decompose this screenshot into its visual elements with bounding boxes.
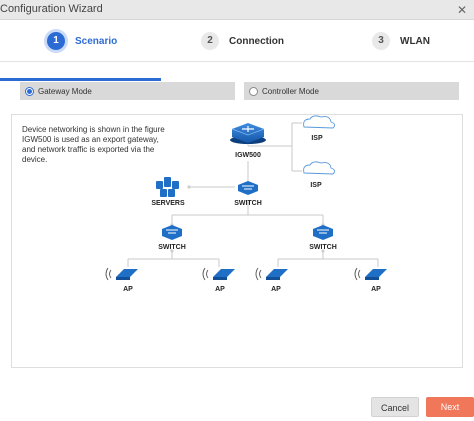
title-bar: Configuration Wizard ✕ — [0, 0, 474, 20]
right-switch-label: SWITCH — [309, 244, 337, 251]
left-switch-label: SWITCH — [158, 244, 186, 251]
step-label: WLAN — [400, 35, 430, 47]
active-step-indicator — [0, 78, 161, 81]
wizard-steps: 1 Scenario 2 Connection 3 WLAN — [0, 20, 474, 81]
step-connection[interactable]: 2 Connection — [201, 20, 284, 62]
mode-label: Controller Mode — [262, 86, 319, 96]
step-label: Connection — [229, 35, 284, 47]
core-switch-label: SWITCH — [234, 200, 262, 207]
ap-label: AP — [271, 286, 281, 293]
scenario-panel: Device networking is shown in the figure… — [11, 114, 463, 368]
servers-label: SERVERS — [151, 200, 185, 207]
cloud-icon — [303, 115, 336, 129]
radio-unchecked-icon — [249, 86, 258, 96]
access-point-icon — [202, 267, 235, 281]
isp-label: ISP — [311, 135, 323, 142]
gateway-label: IGW500 — [235, 152, 261, 159]
close-icon[interactable]: ✕ — [454, 2, 470, 18]
access-point-icon — [354, 267, 387, 281]
step-number: 3 — [372, 32, 390, 50]
step-number: 2 — [201, 32, 219, 50]
access-point-icon — [255, 267, 288, 281]
isp-label: ISP — [310, 182, 322, 189]
gateway-mode-radio[interactable]: Gateway Mode — [20, 82, 235, 100]
step-wlan[interactable]: 3 WLAN — [372, 20, 430, 62]
cloud-icon — [303, 161, 336, 175]
step-scenario[interactable]: 1 Scenario — [47, 20, 117, 62]
step-label: Scenario — [75, 35, 118, 47]
ap-label: AP — [123, 286, 133, 293]
cancel-button[interactable]: Cancel — [371, 397, 419, 417]
gateway-icon — [230, 123, 266, 144]
network-topology: IGW500 ISP ISP SERVERS SWITCH SWITCH SWI… — [105, 115, 387, 293]
radio-checked-icon — [25, 86, 34, 96]
window-title: Configuration Wizard — [0, 3, 103, 15]
controller-mode-radio[interactable]: Controller Mode — [244, 82, 459, 100]
server-icon — [156, 177, 179, 197]
mode-label: Gateway Mode — [38, 86, 92, 96]
next-button[interactable]: Next — [426, 397, 474, 417]
ap-label: AP — [371, 286, 381, 293]
switch-icon — [162, 225, 182, 240]
switch-icon — [313, 225, 333, 240]
step-number: 1 — [47, 32, 65, 50]
ap-label: AP — [215, 286, 225, 293]
switch-icon — [238, 181, 258, 195]
access-point-icon — [105, 267, 138, 281]
